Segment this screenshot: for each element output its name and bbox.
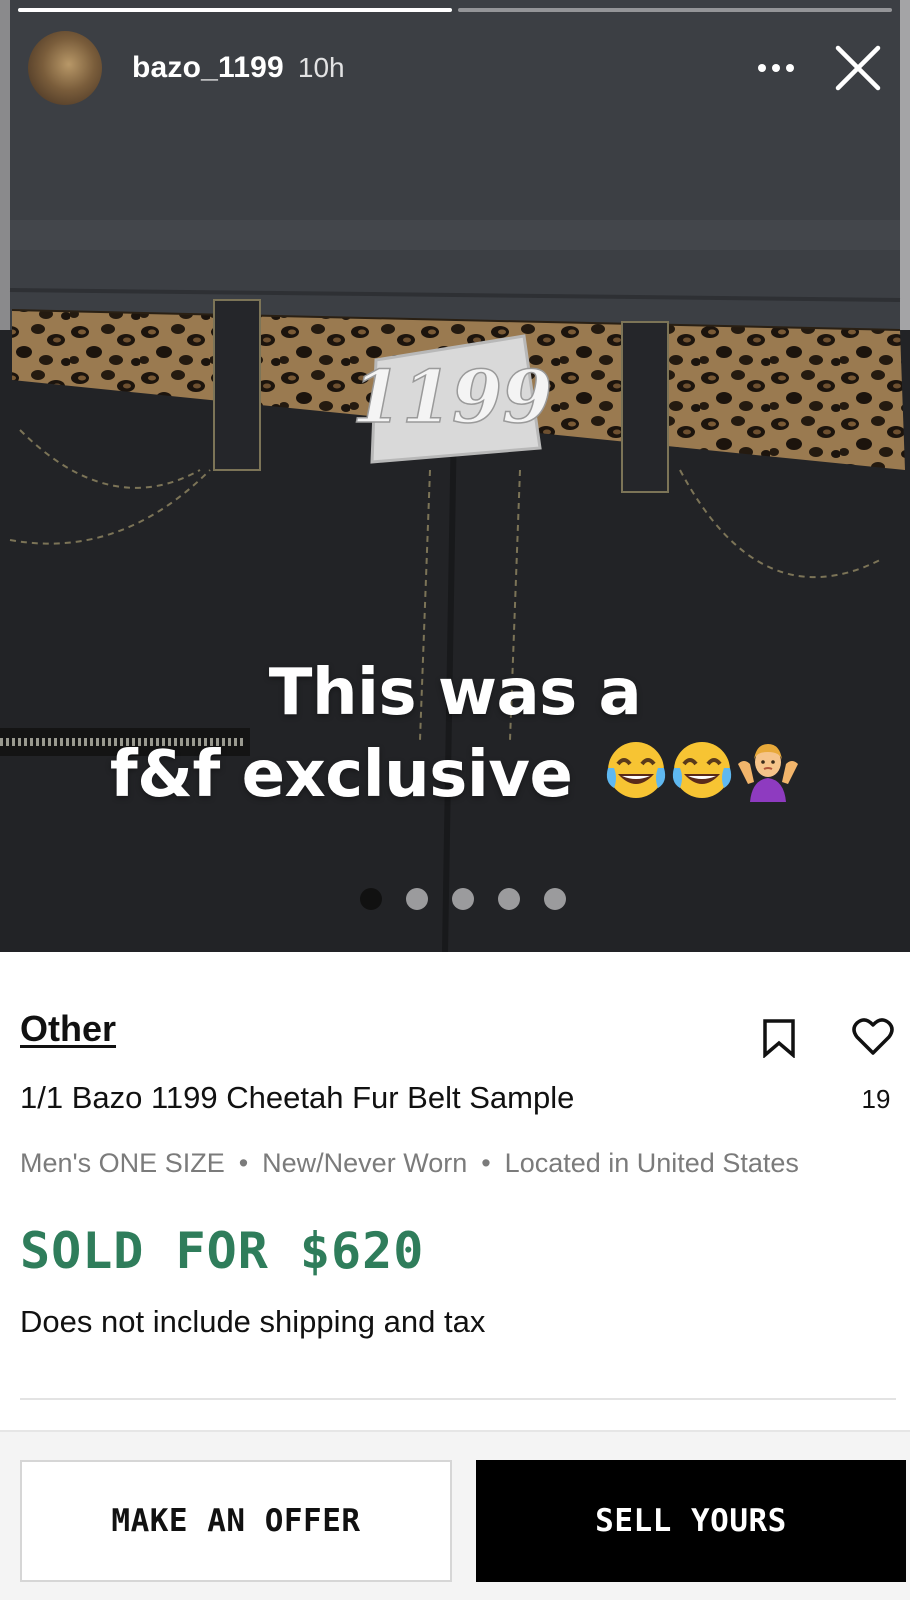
- caption-line-1: This was a: [268, 656, 642, 730]
- woman-shrugging-emoji: [738, 744, 799, 802]
- story-time: 10h: [297, 52, 345, 83]
- carousel-dot[interactable]: [406, 888, 428, 910]
- story-progress-segment: [458, 8, 892, 12]
- face-with-tears-of-joy-emoji: [607, 742, 666, 798]
- story-username[interactable]: bazo_1199: [132, 51, 284, 85]
- face-with-tears-of-joy-emoji: [673, 742, 732, 798]
- listing-details: Other 19 1/1 Bazo 1199 Cheetah Fur Belt …: [0, 952, 910, 1422]
- caption-line-2: f&f exclusive: [109, 738, 573, 812]
- meta-location: Located in United States: [504, 1148, 799, 1178]
- svg-text:1199: 1199: [352, 354, 552, 439]
- meta-condition: New/Never Worn: [262, 1148, 468, 1178]
- shipping-note: Does not include shipping and tax: [20, 1304, 486, 1339]
- divider: [20, 1398, 896, 1400]
- carousel-dot[interactable]: [544, 888, 566, 910]
- carousel-dots[interactable]: [360, 888, 566, 910]
- story-caption: This was a f&f exclusive: [0, 652, 910, 816]
- belt-buckle: 1199: [351, 334, 553, 464]
- sold-price: SOLD FOR $620: [20, 1222, 425, 1280]
- story-progress: [18, 8, 892, 12]
- story-header: bazo_1199 10h: [28, 30, 884, 106]
- like-count: 19: [861, 1084, 891, 1114]
- meta-size: Men's ONE SIZE: [20, 1148, 225, 1178]
- story-progress-segment: [18, 8, 452, 12]
- sell-yours-button[interactable]: SELL YOURS: [476, 1460, 906, 1582]
- bookmark-icon[interactable]: [762, 1018, 796, 1059]
- avatar[interactable]: [28, 31, 102, 105]
- carousel-dot[interactable]: [360, 888, 382, 910]
- carousel-dot[interactable]: [498, 888, 520, 910]
- meta-separator: •: [481, 1148, 491, 1178]
- progress-fill: [18, 8, 452, 12]
- heart-icon[interactable]: [852, 1016, 894, 1056]
- close-icon[interactable]: [832, 42, 884, 94]
- listing-meta: Men's ONE SIZE • New/Never Worn • Located in…: [20, 1148, 799, 1179]
- more-horizontal-icon[interactable]: [754, 46, 798, 90]
- carousel-dot[interactable]: [452, 888, 474, 910]
- meta-separator: •: [238, 1148, 249, 1178]
- listing-title: 1/1 Bazo 1199 Cheetah Fur Belt Sample: [20, 1080, 575, 1115]
- action-bar: MAKE AN OFFER SELL YOURS: [0, 1430, 910, 1600]
- story-photo[interactable]: 1199 bazo_1199 10h This was a f&f exclus…: [0, 0, 910, 952]
- make-offer-button[interactable]: MAKE AN OFFER: [20, 1460, 452, 1582]
- category-link[interactable]: Other: [20, 1008, 116, 1050]
